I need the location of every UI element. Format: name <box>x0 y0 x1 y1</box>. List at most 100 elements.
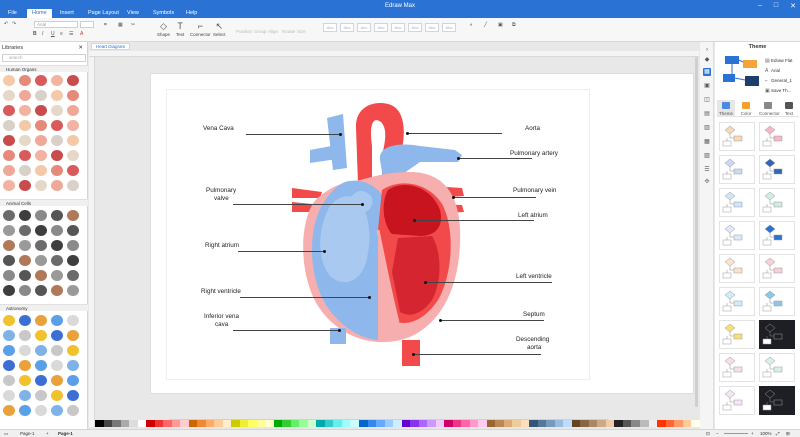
palette-swatch[interactable] <box>171 420 181 427</box>
palette-swatch[interactable] <box>605 420 615 427</box>
fullscreen-icon[interactable]: ⤢ <box>776 431 780 436</box>
theme-thumbnail[interactable] <box>719 287 755 316</box>
palette-swatch[interactable] <box>393 420 402 427</box>
palette-swatch[interactable] <box>137 420 147 427</box>
theme-thumbnail[interactable] <box>719 320 755 349</box>
palette-swatch[interactable] <box>469 420 479 427</box>
palette-swatch[interactable] <box>112 420 121 427</box>
page-layout-icon[interactable]: ▭ <box>4 431 8 437</box>
palette-swatch[interactable] <box>350 420 359 427</box>
theme-thumbnail[interactable] <box>719 221 755 250</box>
palette-swatch[interactable] <box>640 420 649 427</box>
theme-thumbnail[interactable] <box>719 386 755 415</box>
palette-swatch[interactable] <box>129 420 138 427</box>
palette-swatch[interactable] <box>316 420 325 427</box>
palette-swatch[interactable] <box>554 420 564 427</box>
add-page-icon[interactable]: + <box>46 431 49 436</box>
palette-swatch[interactable] <box>520 420 530 427</box>
image-icon[interactable]: ▣ <box>703 82 711 90</box>
palette-swatch[interactable] <box>571 420 581 427</box>
palette-swatch[interactable] <box>239 420 249 427</box>
palette-swatch[interactable] <box>563 420 572 427</box>
palette-swatch[interactable] <box>486 420 496 427</box>
palette-swatch[interactable] <box>674 420 683 427</box>
palette-swatch[interactable] <box>299 420 308 427</box>
palette-swatch[interactable] <box>682 420 692 427</box>
label-inferior-vena-cava-line1[interactable]: Inferior vena <box>204 313 239 320</box>
palette-swatch[interactable] <box>597 420 606 427</box>
palette-swatch[interactable] <box>537 420 547 427</box>
palette-swatch[interactable] <box>546 420 555 427</box>
palette-swatch[interactable] <box>503 420 513 427</box>
zoom-in-icon[interactable]: + <box>751 431 754 436</box>
palette-swatch[interactable] <box>324 420 334 427</box>
palette-swatch[interactable] <box>384 420 394 427</box>
label-septum[interactable]: Septum <box>523 311 545 318</box>
palette-swatch[interactable] <box>265 420 274 427</box>
palette-swatch[interactable] <box>231 420 240 427</box>
tab-connector[interactable]: Connector <box>759 100 780 117</box>
palette-swatch[interactable] <box>427 420 436 427</box>
theme-thumbnail[interactable] <box>759 287 795 316</box>
theme-thumbnail[interactable] <box>759 320 795 349</box>
palette-swatch[interactable] <box>341 420 351 427</box>
fit-page-icon[interactable]: ⊡ <box>706 431 710 437</box>
palette-swatch[interactable] <box>435 420 445 427</box>
theme-thumbnail[interactable] <box>719 155 755 184</box>
theme-thumbnail[interactable] <box>759 122 795 151</box>
palette-swatch[interactable] <box>333 420 342 427</box>
palette-swatch[interactable] <box>691 420 700 427</box>
theme-thumbnail[interactable] <box>759 188 795 217</box>
label-right-atrium[interactable]: Right atrium <box>205 242 239 249</box>
page-tab[interactable]: Page-1 <box>58 431 73 436</box>
label-pulmonary-artery[interactable]: Pulmonary artery <box>510 150 558 157</box>
theme-option-font[interactable]: A Arial <box>765 68 780 74</box>
palette-swatch[interactable] <box>648 420 658 427</box>
palette-swatch[interactable] <box>163 420 172 427</box>
color-palette[interactable] <box>95 420 700 427</box>
palette-swatch[interactable] <box>95 420 104 427</box>
theme-thumbnail[interactable] <box>759 155 795 184</box>
label-pulmonary-valve-line1[interactable]: Pulmonary <box>206 187 236 194</box>
expand-icon[interactable]: › <box>703 46 711 54</box>
theme-option-edraw-flat[interactable]: ▤Edraw Flat <box>765 58 793 64</box>
fill-icon[interactable]: ◆ <box>703 56 711 64</box>
data-icon[interactable]: ▧ <box>703 152 711 160</box>
label-inferior-vena-cava-line2[interactable]: cava <box>215 321 228 328</box>
palette-swatch[interactable] <box>154 420 164 427</box>
theme-thumbnail[interactable] <box>759 221 795 250</box>
palette-swatch[interactable] <box>282 420 291 427</box>
palette-swatch[interactable] <box>529 420 538 427</box>
fit-window-icon[interactable]: ⊞ <box>786 431 790 437</box>
list-icon[interactable]: ☰ <box>703 166 711 174</box>
label-vena-cava[interactable]: Vena Cava <box>203 125 234 132</box>
theme-thumbnail[interactable] <box>759 353 795 382</box>
theme-option-save[interactable]: ▣Save Th... <box>765 88 791 94</box>
palette-swatch[interactable] <box>273 420 283 427</box>
theme-thumbnail[interactable] <box>719 353 755 382</box>
palette-swatch[interactable] <box>103 420 113 427</box>
table-icon[interactable]: ▦ <box>703 138 711 146</box>
palette-swatch[interactable] <box>614 420 623 427</box>
palette-swatch[interactable] <box>657 420 666 427</box>
palette-swatch[interactable] <box>461 420 470 427</box>
palette-swatch[interactable] <box>205 420 215 427</box>
theme-thumbnail[interactable] <box>759 386 795 415</box>
theme-thumbnail[interactable] <box>759 254 795 283</box>
palette-swatch[interactable] <box>248 420 257 427</box>
palette-swatch[interactable] <box>588 420 598 427</box>
palette-swatch[interactable] <box>307 420 317 427</box>
tab-theme[interactable]: Theme <box>717 100 735 117</box>
palette-swatch[interactable] <box>580 420 589 427</box>
palette-swatch[interactable] <box>418 420 428 427</box>
tab-text[interactable]: Text <box>780 100 798 117</box>
theme-thumbnail[interactable] <box>719 122 755 151</box>
palette-swatch[interactable] <box>512 420 521 427</box>
page-icon[interactable]: ▤ <box>703 110 711 118</box>
label-aorta[interactable]: Aorta <box>525 125 540 132</box>
tab-color[interactable]: Color <box>737 100 755 117</box>
label-left-atrium[interactable]: Left atrium <box>518 212 548 219</box>
palette-swatch[interactable] <box>256 420 266 427</box>
label-descending-aorta-line1[interactable]: Descending <box>516 336 549 343</box>
palette-swatch[interactable] <box>188 420 198 427</box>
